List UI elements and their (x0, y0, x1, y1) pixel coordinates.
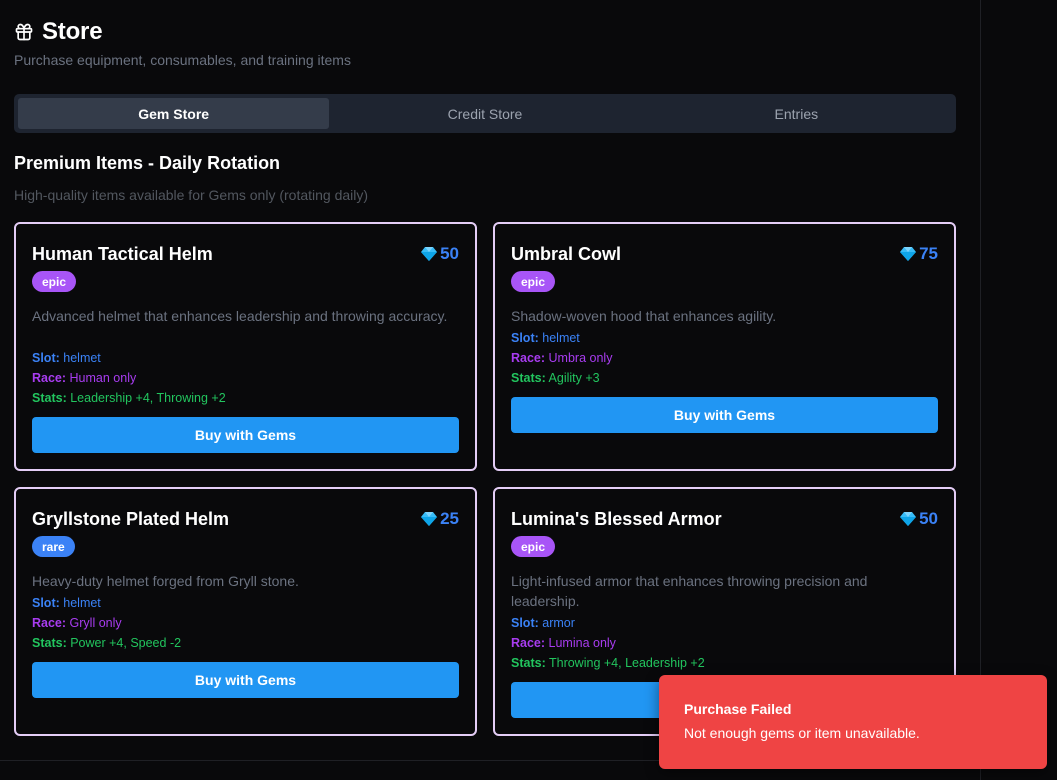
stats-value: Power +4, Speed -2 (70, 636, 182, 650)
slot-value: armor (542, 616, 575, 630)
item-description: Heavy-duty helmet forged from Gryll ston… (32, 573, 299, 589)
item-description: Shadow-woven hood that enhances agility. (511, 308, 777, 324)
section-subtitle: High-quality items available for Gems on… (14, 187, 369, 203)
item-price: 25 (421, 509, 459, 529)
race-value: Umbra only (548, 351, 613, 365)
item-slot: Slot: helmet (32, 593, 101, 613)
gem-icon (900, 512, 917, 526)
stats-value: Leadership +4, Throwing +2 (70, 391, 226, 405)
right-panel-divider (980, 0, 981, 780)
stats-label: Stats: (511, 371, 546, 385)
page-header: Store Purchase equipment, consumables, a… (14, 16, 351, 68)
slot-label: Slot: (32, 351, 60, 365)
gem-icon (421, 512, 438, 526)
rarity-badge: rare (32, 536, 75, 557)
item-price-value: 75 (919, 244, 938, 263)
item-stats: Stats: Throwing +4, Leadership +2 (511, 653, 705, 673)
race-value: Human only (69, 371, 137, 385)
race-label: Race: (511, 636, 546, 650)
gem-icon (900, 247, 917, 261)
item-name: Umbral Cowl (511, 244, 622, 264)
rarity-badge: epic (511, 271, 556, 292)
item-price: 50 (900, 509, 938, 529)
item-slot: Slot: helmet (511, 328, 580, 348)
item-card: Human Tactical Helm 50 epic Advanced hel… (14, 222, 477, 471)
slot-label: Slot: (511, 331, 539, 345)
item-name: Gryllstone Plated Helm (32, 509, 230, 529)
error-toast[interactable]: Purchase Failed Not enough gems or item … (659, 675, 1047, 769)
store-tabs: Gem Store Credit Store Entries (14, 94, 956, 133)
slot-label: Slot: (511, 616, 539, 630)
race-value: Lumina only (548, 636, 616, 650)
item-name: Human Tactical Helm (32, 244, 213, 264)
race-value: Gryll only (69, 616, 122, 630)
store-page: Store Purchase equipment, consumables, a… (0, 0, 1057, 780)
page-title: Store (42, 18, 103, 45)
toast-message: Not enough gems or item unavailable. (684, 725, 920, 741)
slot-label: Slot: (32, 596, 60, 610)
buy-with-gems-button[interactable]: Buy with Gems (32, 662, 459, 698)
race-label: Race: (32, 616, 67, 630)
stats-value: Agility +3 (548, 371, 600, 385)
stats-label: Stats: (511, 656, 546, 670)
section-title: Premium Items - Daily Rotation (14, 153, 281, 173)
race-label: Race: (32, 371, 67, 385)
slot-value: helmet (63, 351, 101, 365)
toast-title: Purchase Failed (684, 701, 792, 717)
item-race: Race: Umbra only (511, 348, 612, 368)
item-name: Lumina's Blessed Armor (511, 509, 722, 529)
item-stats: Stats: Leadership +4, Throwing +2 (32, 388, 226, 408)
item-stats: Stats: Power +4, Speed -2 (32, 633, 181, 653)
stats-label: Stats: (32, 391, 67, 405)
slot-value: helmet (63, 596, 101, 610)
item-description: Light-infused armor that enhances throwi… (511, 573, 868, 609)
item-slot: Slot: armor (511, 613, 575, 633)
gem-icon (421, 247, 438, 261)
item-race: Race: Lumina only (511, 633, 616, 653)
item-race: Race: Gryll only (32, 613, 122, 633)
slot-value: helmet (542, 331, 580, 345)
item-price: 50 (421, 244, 459, 264)
tab-gem-store[interactable]: Gem Store (18, 98, 330, 129)
item-price-value: 50 (440, 244, 459, 263)
item-description: Advanced helmet that enhances leadership… (32, 308, 448, 324)
stats-label: Stats: (32, 636, 67, 650)
title-row: Store (14, 16, 351, 48)
item-race: Race: Human only (32, 368, 136, 388)
item-price-value: 50 (919, 509, 938, 528)
stats-value: Throwing +4, Leadership +2 (548, 656, 705, 670)
item-card: Umbral Cowl 75 epic Shadow-woven hood th… (493, 222, 956, 471)
buy-with-gems-button[interactable]: Buy with Gems (32, 417, 459, 453)
rarity-badge: epic (32, 271, 77, 292)
race-label: Race: (511, 351, 546, 365)
tab-entries[interactable]: Entries (641, 98, 952, 129)
item-stats: Stats: Agility +3 (511, 368, 600, 388)
item-slot: Slot: helmet (32, 348, 101, 368)
item-price-value: 25 (440, 509, 459, 528)
tab-credit-store[interactable]: Credit Store (329, 98, 640, 129)
page-subtitle: Purchase equipment, consumables, and tra… (14, 52, 351, 68)
item-card: Gryllstone Plated Helm 25 rare Heavy-dut… (14, 487, 477, 736)
rarity-badge: epic (511, 536, 556, 557)
buy-with-gems-button[interactable]: Buy with Gems (511, 397, 938, 433)
item-price: 75 (900, 244, 938, 264)
gift-icon (15, 23, 33, 41)
